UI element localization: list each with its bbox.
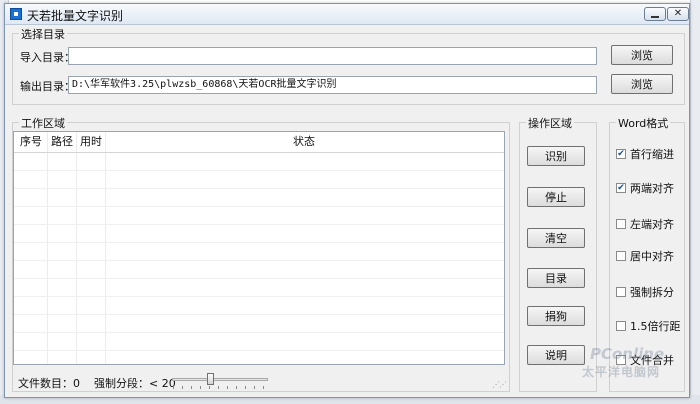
row-divider bbox=[14, 332, 504, 333]
watermark-line1: PConline bbox=[590, 345, 665, 363]
row-divider bbox=[14, 296, 504, 297]
pconline-watermark: PConline 太平洋电脑网 bbox=[578, 345, 688, 379]
option-label: 首行缩进 bbox=[630, 148, 674, 161]
import-browse-button[interactable]: 浏览 bbox=[611, 45, 673, 65]
row-divider bbox=[14, 188, 504, 189]
column-divider bbox=[76, 132, 77, 364]
row-divider bbox=[14, 224, 504, 225]
checkbox-icon[interactable]: ✔ bbox=[616, 183, 626, 193]
close-icon: ✕ bbox=[673, 8, 683, 19]
import-directory-input[interactable] bbox=[68, 47, 597, 65]
output-directory-input[interactable]: D:\华军软件3.25\plwzsb_60868\天若OCR批量文字识别 bbox=[68, 76, 597, 94]
row-divider bbox=[14, 278, 504, 279]
option-force-split[interactable]: 强制拆分 bbox=[616, 284, 674, 300]
column-divider bbox=[47, 132, 48, 364]
import-directory-label: 导入目录： bbox=[20, 51, 75, 64]
force-split-label: 强制分段：< 20 bbox=[94, 377, 176, 390]
column-header-index[interactable]: 序号 bbox=[20, 132, 42, 152]
background-window-right bbox=[690, 0, 700, 404]
option-label: 左端对齐 bbox=[630, 218, 674, 231]
option-label: 1.5倍行距 bbox=[630, 320, 681, 333]
word-format-group-title: Word格式 bbox=[616, 115, 671, 131]
app-icon bbox=[10, 8, 22, 20]
checkbox-icon[interactable] bbox=[616, 287, 626, 297]
help-button[interactable]: 说明 bbox=[527, 345, 585, 365]
output-browse-button[interactable]: 浏览 bbox=[611, 74, 673, 94]
row-divider bbox=[14, 350, 504, 351]
work-area-group-title: 工作区域 bbox=[19, 115, 67, 131]
watermark-line2: 太平洋电脑网 bbox=[582, 365, 661, 379]
option-align-center[interactable]: 居中对齐 bbox=[616, 248, 674, 264]
option-line-spacing[interactable]: 1.5倍行距 bbox=[616, 318, 681, 334]
minimize-icon bbox=[651, 15, 659, 18]
option-justify[interactable]: ✔ 两端对齐 bbox=[616, 180, 674, 196]
split-slider-track[interactable] bbox=[172, 378, 268, 381]
directory-group: 选择目录 bbox=[12, 26, 685, 105]
row-divider bbox=[14, 206, 504, 207]
window-title: 天若批量文字识别 bbox=[27, 9, 124, 23]
option-label: 强制拆分 bbox=[630, 286, 674, 299]
donate-button[interactable]: 捐狗 bbox=[527, 306, 585, 326]
checkbox-icon[interactable] bbox=[616, 251, 626, 261]
option-first-line-indent[interactable]: ✔ 首行缩进 bbox=[616, 146, 674, 162]
column-divider bbox=[105, 132, 106, 364]
directory-group-title: 选择目录 bbox=[19, 26, 67, 42]
title-bar[interactable]: 天若批量文字识别 ✕ bbox=[5, 4, 689, 25]
file-list[interactable]: 序号 路径 用时 状态 bbox=[13, 131, 505, 365]
split-slider-ticks bbox=[173, 386, 267, 389]
column-header-time[interactable]: 用时 bbox=[80, 132, 102, 152]
file-count-label: 文件数目：0 bbox=[18, 377, 80, 390]
column-header-status[interactable]: 状态 bbox=[293, 132, 315, 152]
row-divider bbox=[14, 314, 504, 315]
close-button[interactable]: ✕ bbox=[667, 7, 689, 21]
recognize-button[interactable]: 识别 bbox=[527, 146, 585, 166]
clear-button[interactable]: 清空 bbox=[527, 228, 585, 248]
row-divider bbox=[14, 170, 504, 171]
option-align-left[interactable]: 左端对齐 bbox=[616, 216, 674, 232]
option-label: 两端对齐 bbox=[630, 182, 674, 195]
operations-group-title: 操作区域 bbox=[526, 115, 574, 131]
option-label: 居中对齐 bbox=[630, 250, 674, 263]
checkbox-icon[interactable] bbox=[616, 219, 626, 229]
resize-grip-icon[interactable]: ⋰⋰ bbox=[492, 380, 507, 389]
output-directory-label: 输出目录： bbox=[20, 80, 75, 93]
checkbox-icon[interactable] bbox=[616, 321, 626, 331]
stop-button[interactable]: 停止 bbox=[527, 187, 585, 207]
minimize-button[interactable] bbox=[644, 7, 666, 21]
row-divider bbox=[14, 242, 504, 243]
file-list-header: 序号 路径 用时 状态 bbox=[14, 132, 504, 153]
checkbox-icon[interactable]: ✔ bbox=[616, 149, 626, 159]
split-slider-thumb[interactable] bbox=[207, 373, 214, 385]
row-divider bbox=[14, 260, 504, 261]
directory-button[interactable]: 目录 bbox=[527, 268, 585, 288]
column-header-path[interactable]: 路径 bbox=[51, 132, 73, 152]
